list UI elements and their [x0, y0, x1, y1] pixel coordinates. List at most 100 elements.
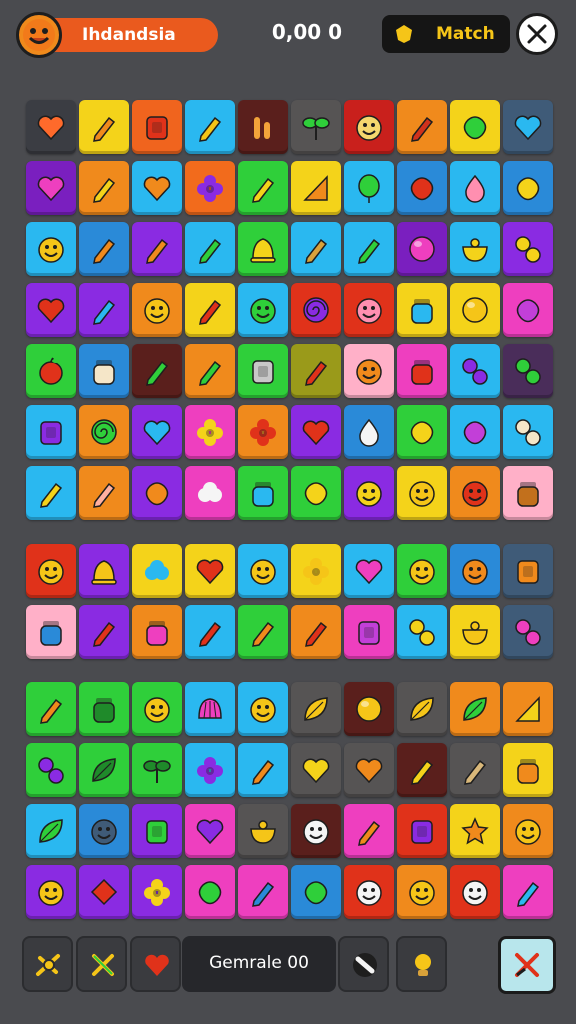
board-tile[interactable]	[79, 405, 129, 459]
board-tile[interactable]	[397, 865, 447, 919]
board-tile[interactable]	[238, 804, 288, 858]
board-tile[interactable]	[450, 605, 500, 659]
board-tile[interactable]	[503, 222, 553, 276]
board-tile[interactable]	[450, 544, 500, 598]
board-tile[interactable]	[291, 161, 341, 215]
trophy-button[interactable]	[22, 936, 73, 992]
board-tile[interactable]	[79, 544, 129, 598]
board-tile[interactable]	[185, 605, 235, 659]
board-tile[interactable]	[238, 100, 288, 154]
heart-button[interactable]	[130, 936, 181, 992]
board-tile[interactable]	[26, 161, 76, 215]
board-tile[interactable]	[503, 283, 553, 337]
board-tile[interactable]	[238, 466, 288, 520]
board-tile[interactable]	[132, 222, 182, 276]
board-tile[interactable]	[26, 405, 76, 459]
board-tile[interactable]	[397, 804, 447, 858]
board-tile[interactable]	[503, 743, 553, 797]
board-tile[interactable]	[185, 743, 235, 797]
cross-button[interactable]	[76, 936, 127, 992]
board-tile[interactable]	[397, 405, 447, 459]
player-badge[interactable]: Ihdandsia	[16, 12, 218, 58]
board-tile[interactable]	[397, 743, 447, 797]
board-tile[interactable]	[450, 682, 500, 736]
board-tile[interactable]	[450, 100, 500, 154]
board-tile[interactable]	[26, 605, 76, 659]
board-tile[interactable]	[344, 743, 394, 797]
board-tile[interactable]	[26, 865, 76, 919]
board-tile[interactable]	[291, 544, 341, 598]
board-tile[interactable]	[238, 222, 288, 276]
board-tile[interactable]	[26, 222, 76, 276]
board-tile[interactable]	[450, 283, 500, 337]
board-tile[interactable]	[79, 283, 129, 337]
board-tile[interactable]	[503, 405, 553, 459]
board-tile[interactable]	[503, 804, 553, 858]
board-tile[interactable]	[132, 743, 182, 797]
board-tile[interactable]	[185, 161, 235, 215]
board-tile[interactable]	[397, 682, 447, 736]
board-tile[interactable]	[185, 405, 235, 459]
board-tile[interactable]	[450, 344, 500, 398]
board-tile[interactable]	[344, 544, 394, 598]
board-tile[interactable]	[185, 344, 235, 398]
board-tile[interactable]	[238, 161, 288, 215]
board-tile[interactable]	[450, 743, 500, 797]
avatar[interactable]	[16, 12, 62, 58]
board-tile[interactable]	[291, 605, 341, 659]
board-tile[interactable]	[344, 344, 394, 398]
board-tile[interactable]	[397, 283, 447, 337]
board-tile[interactable]	[26, 682, 76, 736]
board-tile[interactable]	[503, 466, 553, 520]
board-tile[interactable]	[397, 344, 447, 398]
close-button[interactable]	[516, 13, 558, 55]
board-tile[interactable]	[132, 804, 182, 858]
board-tile[interactable]	[79, 466, 129, 520]
board-tile[interactable]	[397, 161, 447, 215]
board-tile[interactable]	[26, 544, 76, 598]
board-tile[interactable]	[79, 804, 129, 858]
board-tile[interactable]	[79, 682, 129, 736]
board-tile[interactable]	[397, 222, 447, 276]
board-tile[interactable]	[79, 100, 129, 154]
board-tile[interactable]	[238, 865, 288, 919]
board-tile[interactable]	[185, 682, 235, 736]
board-tile[interactable]	[291, 405, 341, 459]
board-tile[interactable]	[397, 466, 447, 520]
board-tile[interactable]	[344, 283, 394, 337]
board-tile[interactable]	[185, 466, 235, 520]
board-tile[interactable]	[397, 100, 447, 154]
board-tile[interactable]	[503, 161, 553, 215]
board-tile[interactable]	[503, 865, 553, 919]
board-tile[interactable]	[132, 682, 182, 736]
board-tile[interactable]	[132, 865, 182, 919]
board-tile[interactable]	[26, 804, 76, 858]
board-tile[interactable]	[291, 344, 341, 398]
board-tile[interactable]	[291, 222, 341, 276]
board-tile[interactable]	[132, 283, 182, 337]
board-tile[interactable]	[344, 804, 394, 858]
board-tile[interactable]	[238, 344, 288, 398]
board-tile[interactable]	[344, 222, 394, 276]
board-tile[interactable]	[238, 605, 288, 659]
board-tile[interactable]	[503, 100, 553, 154]
board-tile[interactable]	[291, 466, 341, 520]
board-tile[interactable]	[132, 344, 182, 398]
board-tile[interactable]	[291, 682, 341, 736]
board-tile[interactable]	[450, 804, 500, 858]
board-tile[interactable]	[291, 804, 341, 858]
board-tile[interactable]	[450, 161, 500, 215]
board-tile[interactable]	[132, 161, 182, 215]
board-tile[interactable]	[450, 466, 500, 520]
board-tile[interactable]	[344, 865, 394, 919]
board-tile[interactable]	[185, 804, 235, 858]
board-tile[interactable]	[79, 344, 129, 398]
board-tile[interactable]	[238, 743, 288, 797]
board-tile[interactable]	[26, 344, 76, 398]
board-tile[interactable]	[291, 743, 341, 797]
board-tile[interactable]	[238, 405, 288, 459]
board-tile[interactable]	[344, 100, 394, 154]
match-button[interactable]: Match	[382, 15, 510, 53]
slash-button[interactable]	[338, 936, 389, 992]
shuffle-button[interactable]	[498, 936, 556, 994]
